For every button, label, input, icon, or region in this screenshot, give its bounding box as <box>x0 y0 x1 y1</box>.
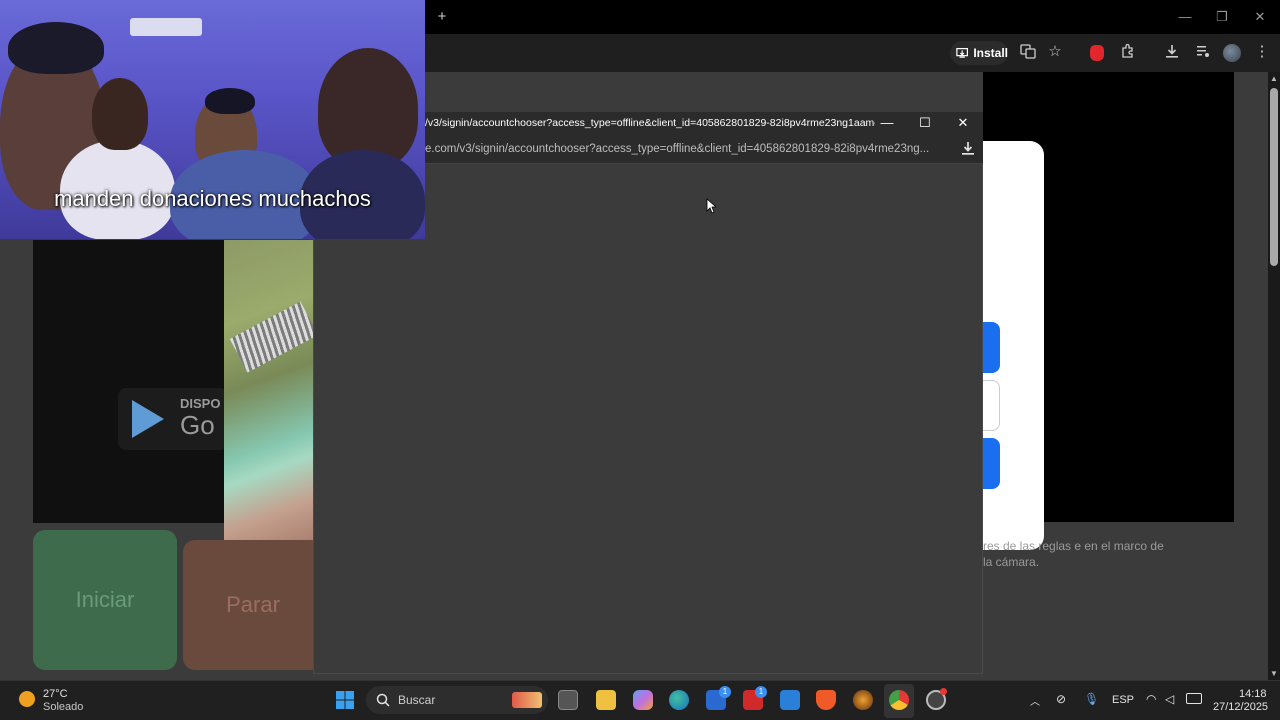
weather-sun-icon[interactable] <box>19 691 35 707</box>
bookmark-star-icon[interactable]: ☆ <box>1045 42 1065 62</box>
popup-title: /v3/signin/accountchooser?access_type=of… <box>425 117 875 129</box>
scrollbar-thumb[interactable] <box>1270 88 1278 266</box>
battery-icon[interactable] <box>1186 693 1202 704</box>
app-l-badge: 1 <box>755 686 767 698</box>
signin-card-edge <box>983 141 1044 550</box>
card-primary-button[interactable] <box>983 322 1000 373</box>
start-button[interactable]: Iniciar <box>33 530 177 670</box>
restore-button[interactable]: ❐ <box>1212 9 1232 25</box>
popup-minimize-button[interactable]: — <box>877 115 897 130</box>
menu-kebab-icon[interactable]: ⋮ <box>1252 42 1272 62</box>
webcam-caption: manden donaciones muchachos <box>54 186 371 211</box>
clock-time[interactable]: 14:18 <box>1239 688 1267 700</box>
google-play-badge[interactable]: DISPO Go <box>118 388 228 450</box>
search-icon <box>376 693 390 707</box>
scroll-down-arrow-icon[interactable]: ▼ <box>1270 669 1278 678</box>
recording-dot <box>940 688 947 695</box>
popup-maximize-button[interactable]: ☐ <box>915 115 935 131</box>
volume-icon[interactable]: ◁ <box>1165 692 1174 706</box>
network-off-icon[interactable]: ⊘ <box>1056 692 1066 706</box>
chrome-icon[interactable] <box>889 690 909 710</box>
language-indicator[interactable]: ESP <box>1112 694 1134 706</box>
microphone-icon[interactable]: 🎙 <box>1084 692 1099 706</box>
person-2 <box>92 78 148 150</box>
install-app-button[interactable]: Install <box>950 41 1008 65</box>
windows-start-icon[interactable] <box>335 690 355 710</box>
file-explorer-icon[interactable] <box>596 690 616 710</box>
tray-overflow-icon[interactable]: ︿ <box>1030 693 1040 708</box>
search-placeholder: Buscar <box>398 693 436 707</box>
play-badge-brand: Go <box>180 410 215 440</box>
close-button[interactable]: ✕ <box>1250 9 1270 25</box>
downloads-icon[interactable] <box>1162 43 1182 63</box>
card-secondary-button[interactable] <box>983 380 1000 431</box>
install-icon <box>956 47 969 58</box>
hand-extension-icon[interactable] <box>1090 45 1104 61</box>
cap-3 <box>205 88 255 114</box>
clock-date[interactable]: 27/12/2025 <box>1213 701 1268 713</box>
install-label: Install <box>973 46 1008 60</box>
mouse-cursor-icon <box>706 198 716 214</box>
video-panel <box>33 240 225 523</box>
air-conditioner <box>130 18 202 36</box>
stop-button[interactable]: Parar <box>183 540 323 670</box>
card-primary-button-2[interactable] <box>983 438 1000 489</box>
weather-temp[interactable]: 27°C <box>43 688 68 700</box>
play-badge-caption: DISPO <box>180 396 221 411</box>
outlook-icon[interactable] <box>780 690 800 710</box>
popup-close-button[interactable]: ✕ <box>953 115 973 131</box>
edge-browser-icon[interactable] <box>669 690 689 710</box>
profile-avatar[interactable] <box>1223 44 1241 62</box>
media-controls-icon[interactable] <box>1193 43 1213 63</box>
new-tab-button[interactable]: + <box>432 7 452 27</box>
task-view-icon[interactable] <box>558 690 578 710</box>
brave-browser-icon[interactable] <box>816 690 836 710</box>
translate-icon[interactable] <box>1018 43 1038 63</box>
search-highlight-icon <box>512 692 542 708</box>
cap-1 <box>8 22 104 74</box>
google-play-icon <box>132 400 164 438</box>
weather-desc[interactable]: Soleado <box>43 701 83 713</box>
fl-studio-icon[interactable] <box>853 690 873 710</box>
photo-detail <box>229 301 316 373</box>
store-badge: 1 <box>719 686 731 698</box>
popup-download-icon[interactable] <box>958 140 978 160</box>
minimize-button[interactable]: — <box>1175 9 1195 24</box>
scroll-up-arrow-icon[interactable]: ▲ <box>1270 74 1278 83</box>
rules-text: res de las reglas e en el marco de la cá… <box>983 539 1164 569</box>
popup-url[interactable]: e.com/v3/signin/accountchooser?access_ty… <box>425 143 945 155</box>
copilot-icon[interactable] <box>633 690 653 710</box>
taskbar-search-box[interactable]: Buscar <box>366 686 548 714</box>
photo-card <box>224 240 316 550</box>
wifi-icon[interactable]: ◠ <box>1146 692 1156 706</box>
extensions-puzzle-icon[interactable] <box>1118 43 1138 63</box>
